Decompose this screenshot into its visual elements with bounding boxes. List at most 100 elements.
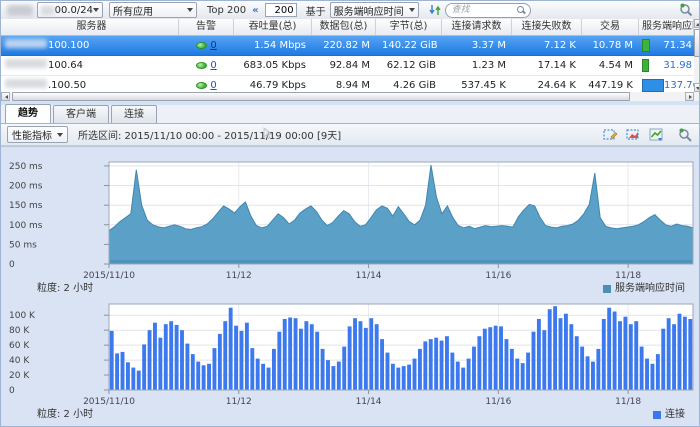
table-row[interactable]: 100.100 0 1.54 Mbps 220.82 M 140.22 GiB …	[1, 36, 699, 56]
vertical-scrollbar[interactable]	[694, 19, 700, 101]
collapse-chevrons[interactable]: «	[252, 5, 258, 16]
tab-strip: 趋势 客户端 连接	[1, 105, 699, 124]
redacted-ip-prefix	[5, 39, 47, 48]
bar-chart-footer: 粒度: 2 小时 连接	[1, 408, 699, 422]
sort-icon[interactable]	[429, 4, 441, 16]
response-bar	[642, 39, 650, 52]
subnet-select-value: 00.0/24	[55, 5, 93, 16]
status-ok-icon	[196, 42, 207, 49]
top-n-input[interactable]	[265, 3, 297, 17]
scrollbar-thumb[interactable]	[694, 29, 700, 57]
app-window: 00.0/24 所有应用 Top 200 « 基于 服务端响应时间	[0, 0, 700, 427]
zoom-region-icon[interactable]	[678, 128, 693, 142]
top-n-label: Top 200	[207, 5, 246, 16]
scroll-right-button[interactable]	[685, 92, 694, 101]
conn-requests-cell: 3.37 M	[442, 36, 512, 55]
svg-text:11/12: 11/12	[226, 271, 252, 281]
scroll-down-button[interactable]	[694, 83, 700, 92]
svg-text:100 ms: 100 ms	[9, 221, 43, 231]
scroll-up-button[interactable]	[694, 19, 700, 28]
search-box[interactable]	[445, 3, 531, 18]
svg-text:250 ms: 250 ms	[9, 162, 43, 172]
col-header-packets[interactable]: 数据包(总)	[312, 19, 376, 35]
bytes-cell: 140.22 GiB	[376, 36, 442, 55]
chevron-down-icon	[187, 8, 193, 12]
response-time-area-chart[interactable]: 050 ms100 ms150 ms200 ms250 ms2015/11/10…	[1, 150, 700, 282]
alarm-link[interactable]: 0	[210, 80, 216, 91]
packets-cell: 220.82 M	[312, 36, 376, 55]
svg-text:0: 0	[9, 386, 15, 396]
legend-label: 服务端响应时间	[615, 282, 685, 296]
col-header-throughput[interactable]: 吞吐量(总)	[234, 19, 312, 35]
svg-text:11/16: 11/16	[485, 397, 511, 407]
redacted-label	[7, 5, 33, 16]
svg-text:40 K: 40 K	[9, 356, 30, 366]
col-header-conn-requests[interactable]: 连接请求数	[442, 19, 512, 35]
svg-text:80 K: 80 K	[9, 326, 30, 336]
granularity-label: 粒度: 2 小时	[37, 282, 93, 296]
col-header-alarm[interactable]: 告警	[179, 19, 234, 35]
col-header-server[interactable]: 服务器	[1, 19, 179, 35]
zoom-search-icon[interactable]	[679, 3, 693, 17]
alarm-link[interactable]: 0	[210, 40, 216, 51]
metric-select[interactable]: 服务端响应时间	[330, 2, 419, 18]
tab-client[interactable]: 客户端	[53, 105, 109, 123]
col-header-response-time[interactable]: 服务端响应时间	[639, 19, 694, 35]
charts-panel: 050 ms100 ms150 ms200 ms250 ms2015/11/10…	[1, 146, 699, 427]
alarm-link[interactable]: 0	[210, 60, 216, 71]
col-header-transactions[interactable]: 交易	[582, 19, 639, 35]
redacted-ip-prefix	[5, 79, 47, 88]
legend-swatch	[653, 411, 661, 419]
svg-text:0: 0	[9, 260, 15, 270]
search-input[interactable]	[450, 4, 517, 16]
svg-text:11/14: 11/14	[356, 271, 382, 281]
svg-text:11/14: 11/14	[356, 397, 382, 407]
top-toolbar: 00.0/24 所有应用 Top 200 « 基于 服务端响应时间	[1, 1, 699, 20]
throughput-cell: 683.05 Kbps	[234, 56, 312, 75]
col-header-bytes[interactable]: 字节(总)	[376, 19, 442, 35]
chevron-down-icon	[409, 8, 415, 12]
table-row[interactable]: 100.64 0 683.05 Kbps 92.84 M 62.12 GiB 1…	[1, 56, 699, 76]
svg-text:2015/11/10: 2015/11/10	[83, 271, 135, 281]
status-ok-icon	[196, 82, 207, 89]
tab-connection[interactable]: 连接	[111, 105, 157, 123]
horizontal-scrollbar[interactable]	[1, 92, 694, 101]
mouse-cursor	[263, 127, 273, 140]
application-filter-value: 所有应用	[113, 3, 153, 18]
bytes-cell: 62.12 GiB	[376, 56, 442, 75]
col-header-conn-failures[interactable]: 连接失败数	[512, 19, 582, 35]
connections-bar-chart[interactable]: 020 K40 K60 K80 K100 K2015/11/1011/1211/…	[1, 296, 700, 408]
edit-region-icon[interactable]	[603, 128, 618, 142]
server-table: 服务器 告警 吞吐量(总) 数据包(总) 字节(总) 连接请求数 连接失败数 交…	[1, 19, 699, 96]
based-on-label: 基于	[306, 3, 326, 18]
area-chart-legend: 服务端响应时间	[603, 282, 685, 296]
scroll-left-button[interactable]	[1, 92, 10, 101]
svg-text:11/18: 11/18	[615, 397, 641, 407]
metric-select-value: 服务端响应时间	[334, 3, 404, 18]
chart-filter-bar: 性能指标 所选区间: 2015/11/10 00:00 - 2015/11/19…	[1, 124, 699, 146]
performance-metric-button[interactable]: 性能指标	[7, 126, 68, 143]
scrollbar-thumb[interactable]	[12, 92, 630, 101]
svg-text:150 ms: 150 ms	[9, 201, 43, 211]
legend-label: 连接	[665, 408, 685, 422]
legend-swatch	[603, 285, 611, 293]
server-cell: 100.64	[48, 60, 83, 71]
response-cell: 71.34	[650, 36, 692, 55]
region-stats-icon[interactable]	[626, 128, 641, 142]
bar-chart-legend: 连接	[653, 408, 685, 422]
redacted-ip-prefix	[41, 6, 54, 15]
chevron-down-icon	[93, 8, 99, 12]
granularity-label: 粒度: 2 小时	[37, 408, 93, 422]
application-filter-select[interactable]: 所有应用	[109, 2, 197, 18]
search-icon[interactable]	[517, 6, 526, 15]
tab-trend[interactable]: 趋势	[5, 104, 51, 123]
svg-text:11/18: 11/18	[615, 271, 641, 281]
svg-text:50 ms: 50 ms	[9, 240, 37, 250]
transactions-cell: 10.78 M	[582, 36, 639, 55]
redacted-ip-prefix	[5, 59, 47, 68]
export-chart-icon[interactable]	[649, 128, 664, 142]
response-cell: 31.98	[649, 56, 692, 75]
subnet-select[interactable]: 00.0/24	[37, 2, 103, 18]
svg-text:11/16: 11/16	[485, 271, 511, 281]
svg-text:20 K: 20 K	[9, 371, 30, 381]
